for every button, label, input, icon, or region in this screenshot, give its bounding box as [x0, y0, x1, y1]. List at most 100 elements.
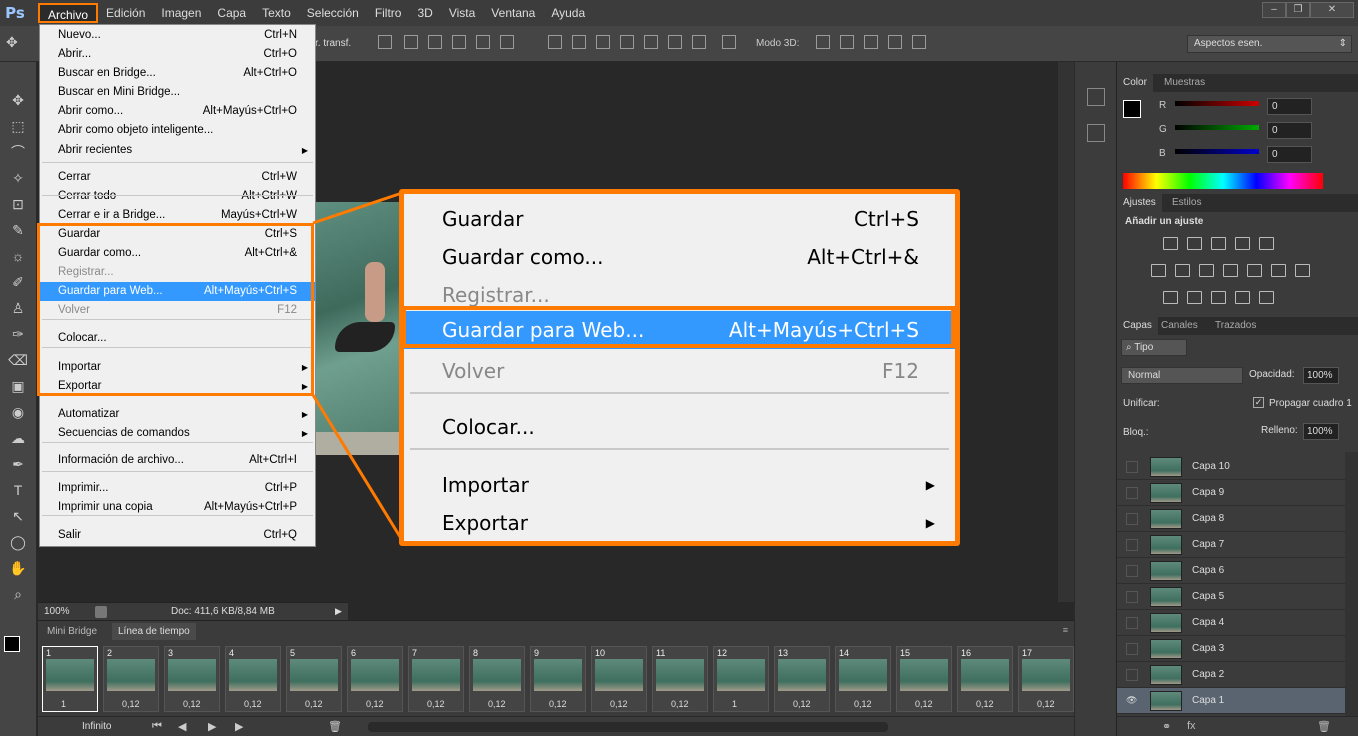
- adjustment-icon[interactable]: [1211, 237, 1226, 250]
- layer-row[interactable]: Capa 2: [1117, 662, 1345, 688]
- layer-row[interactable]: Capa 9: [1117, 480, 1345, 506]
- fill-field[interactable]: 100%: [1303, 423, 1339, 440]
- file-menu-item[interactable]: Salir Ctrl+Q: [40, 526, 315, 545]
- align-icon[interactable]: [428, 35, 442, 49]
- timeline-frame[interactable]: 11 0,12: [652, 646, 708, 712]
- channel-slider[interactable]: [1175, 101, 1259, 106]
- align-icon[interactable]: [840, 35, 854, 49]
- tool-icon[interactable]: ♙: [8, 298, 28, 318]
- tab-styles[interactable]: Estilos: [1166, 194, 1207, 212]
- tool-icon[interactable]: ✋: [8, 558, 28, 578]
- file-menu-item[interactable]: Buscar en Bridge... Alt+Ctrl+O: [40, 64, 315, 83]
- tool-icon[interactable]: ⌫: [8, 350, 28, 370]
- restore-icon[interactable]: ❐: [1286, 2, 1310, 18]
- timeline-frame[interactable]: 7 0,12: [408, 646, 464, 712]
- channel-value[interactable]: 0: [1267, 98, 1312, 115]
- layer-row[interactable]: 👁 Capa 1: [1117, 688, 1345, 714]
- align-icon[interactable]: [452, 35, 466, 49]
- align-icon[interactable]: [692, 35, 706, 49]
- prev-frame-icon[interactable]: ◀: [178, 720, 186, 733]
- first-frame-icon[interactable]: ⏮: [152, 720, 162, 733]
- timeline-frame[interactable]: 10 0,12: [591, 646, 647, 712]
- tab-layers[interactable]: Capas: [1117, 317, 1158, 335]
- color-spectrum[interactable]: [1123, 173, 1323, 189]
- panel-menu-icon[interactable]: ≡: [1063, 625, 1068, 635]
- timeline-frame[interactable]: 14 0,12: [835, 646, 891, 712]
- menu-9[interactable]: Ventana: [483, 3, 543, 23]
- adjustment-icon[interactable]: [1259, 237, 1274, 250]
- file-menu-item[interactable]: Información de archivo... Alt+Ctrl+I: [40, 451, 315, 470]
- frame-duration[interactable]: 0,12: [488, 699, 506, 709]
- file-menu-item[interactable]: Imprimir... Ctrl+P: [40, 479, 315, 498]
- menu-8[interactable]: Vista: [441, 3, 483, 23]
- tool-icon[interactable]: ◉: [8, 402, 28, 422]
- frame-duration[interactable]: 0,12: [1037, 699, 1055, 709]
- align-icon[interactable]: [572, 35, 586, 49]
- close-icon[interactable]: ✕: [1310, 2, 1354, 18]
- align-icon[interactable]: [378, 35, 392, 49]
- adjustment-icon[interactable]: [1271, 264, 1286, 277]
- frame-duration[interactable]: 0,12: [244, 699, 262, 709]
- frame-duration[interactable]: 0,12: [427, 699, 445, 709]
- timeline-frame[interactable]: 9 0,12: [530, 646, 586, 712]
- frame-duration[interactable]: 0,12: [610, 699, 628, 709]
- timeline-frame[interactable]: 5 0,12: [286, 646, 342, 712]
- menu-2[interactable]: Imagen: [153, 3, 209, 23]
- properties-icon[interactable]: [1087, 124, 1105, 142]
- timeline-frame[interactable]: 12 1: [713, 646, 769, 712]
- foreground-swatch[interactable]: [4, 636, 20, 652]
- tool-icon[interactable]: ↖: [8, 506, 28, 526]
- file-menu-item[interactable]: Buscar en Mini Bridge...: [40, 83, 315, 102]
- zoom-level[interactable]: 100%: [44, 606, 70, 617]
- align-icon[interactable]: [722, 35, 736, 49]
- tab-swatches[interactable]: Muestras: [1158, 74, 1211, 92]
- timeline-frame[interactable]: 17 0,12: [1018, 646, 1074, 712]
- next-frame-icon[interactable]: ▶: [235, 720, 243, 733]
- menu-6[interactable]: Filtro: [367, 3, 410, 23]
- align-icon[interactable]: [548, 35, 562, 49]
- frame-duration[interactable]: 0,12: [122, 699, 140, 709]
- visibility-icon[interactable]: [1126, 643, 1138, 655]
- opacity-field[interactable]: 100%: [1303, 367, 1339, 384]
- visibility-icon[interactable]: [1126, 617, 1138, 629]
- file-menu-item[interactable]: Cerrar todo Alt+Ctrl+W: [40, 187, 315, 206]
- timeline-frame[interactable]: 4 0,12: [225, 646, 281, 712]
- align-icon[interactable]: [864, 35, 878, 49]
- visibility-icon[interactable]: [1126, 539, 1138, 551]
- align-icon[interactable]: [888, 35, 902, 49]
- adjustment-icon[interactable]: [1235, 237, 1250, 250]
- loop-select[interactable]: Infinito: [82, 721, 111, 732]
- file-menu-item[interactable]: Automatizar ▶: [40, 405, 315, 424]
- tool-icon[interactable]: ⊡: [8, 194, 28, 214]
- file-menu-item[interactable]: Abrir... Ctrl+O: [40, 45, 315, 64]
- timeline-frame[interactable]: 15 0,12: [896, 646, 952, 712]
- align-icon[interactable]: [668, 35, 682, 49]
- trash-icon[interactable]: 🗑: [1317, 720, 1331, 733]
- tool-icon[interactable]: ✎: [8, 220, 28, 240]
- frame-duration[interactable]: 0,12: [305, 699, 323, 709]
- tab-adjustments[interactable]: Ajustes: [1117, 194, 1162, 212]
- channel-slider[interactable]: [1175, 125, 1259, 130]
- file-menu-item[interactable]: Abrir como... Alt+Mayús+Ctrl+O: [40, 102, 315, 121]
- channel-slider[interactable]: [1175, 149, 1259, 154]
- adjustment-icon[interactable]: [1247, 264, 1262, 277]
- tool-icon[interactable]: ✥: [8, 90, 28, 110]
- frame-duration[interactable]: 0,12: [671, 699, 689, 709]
- file-menu-item[interactable]: Cerrar Ctrl+W: [40, 168, 315, 187]
- adjustment-icon[interactable]: [1163, 291, 1178, 304]
- visibility-icon[interactable]: [1126, 591, 1138, 603]
- menu-0[interactable]: Archivo: [38, 3, 99, 23]
- tool-icon[interactable]: ✐: [8, 272, 28, 292]
- channel-value[interactable]: 0: [1267, 146, 1312, 163]
- timeline-frame[interactable]: 2 0,12: [103, 646, 159, 712]
- tab-timeline[interactable]: Línea de tiempo: [112, 623, 196, 640]
- visibility-icon[interactable]: [1126, 669, 1138, 681]
- link-icon[interactable]: ⚭: [1162, 720, 1171, 733]
- layer-row[interactable]: Capa 5: [1117, 584, 1345, 610]
- adjustment-icon[interactable]: [1175, 264, 1190, 277]
- frame-duration[interactable]: 0,12: [854, 699, 872, 709]
- file-menu-item[interactable]: Secuencias de comandos ▶: [40, 424, 315, 443]
- adjustment-icon[interactable]: [1259, 291, 1274, 304]
- adjustment-icon[interactable]: [1163, 237, 1178, 250]
- tool-icon[interactable]: ✧: [8, 168, 28, 188]
